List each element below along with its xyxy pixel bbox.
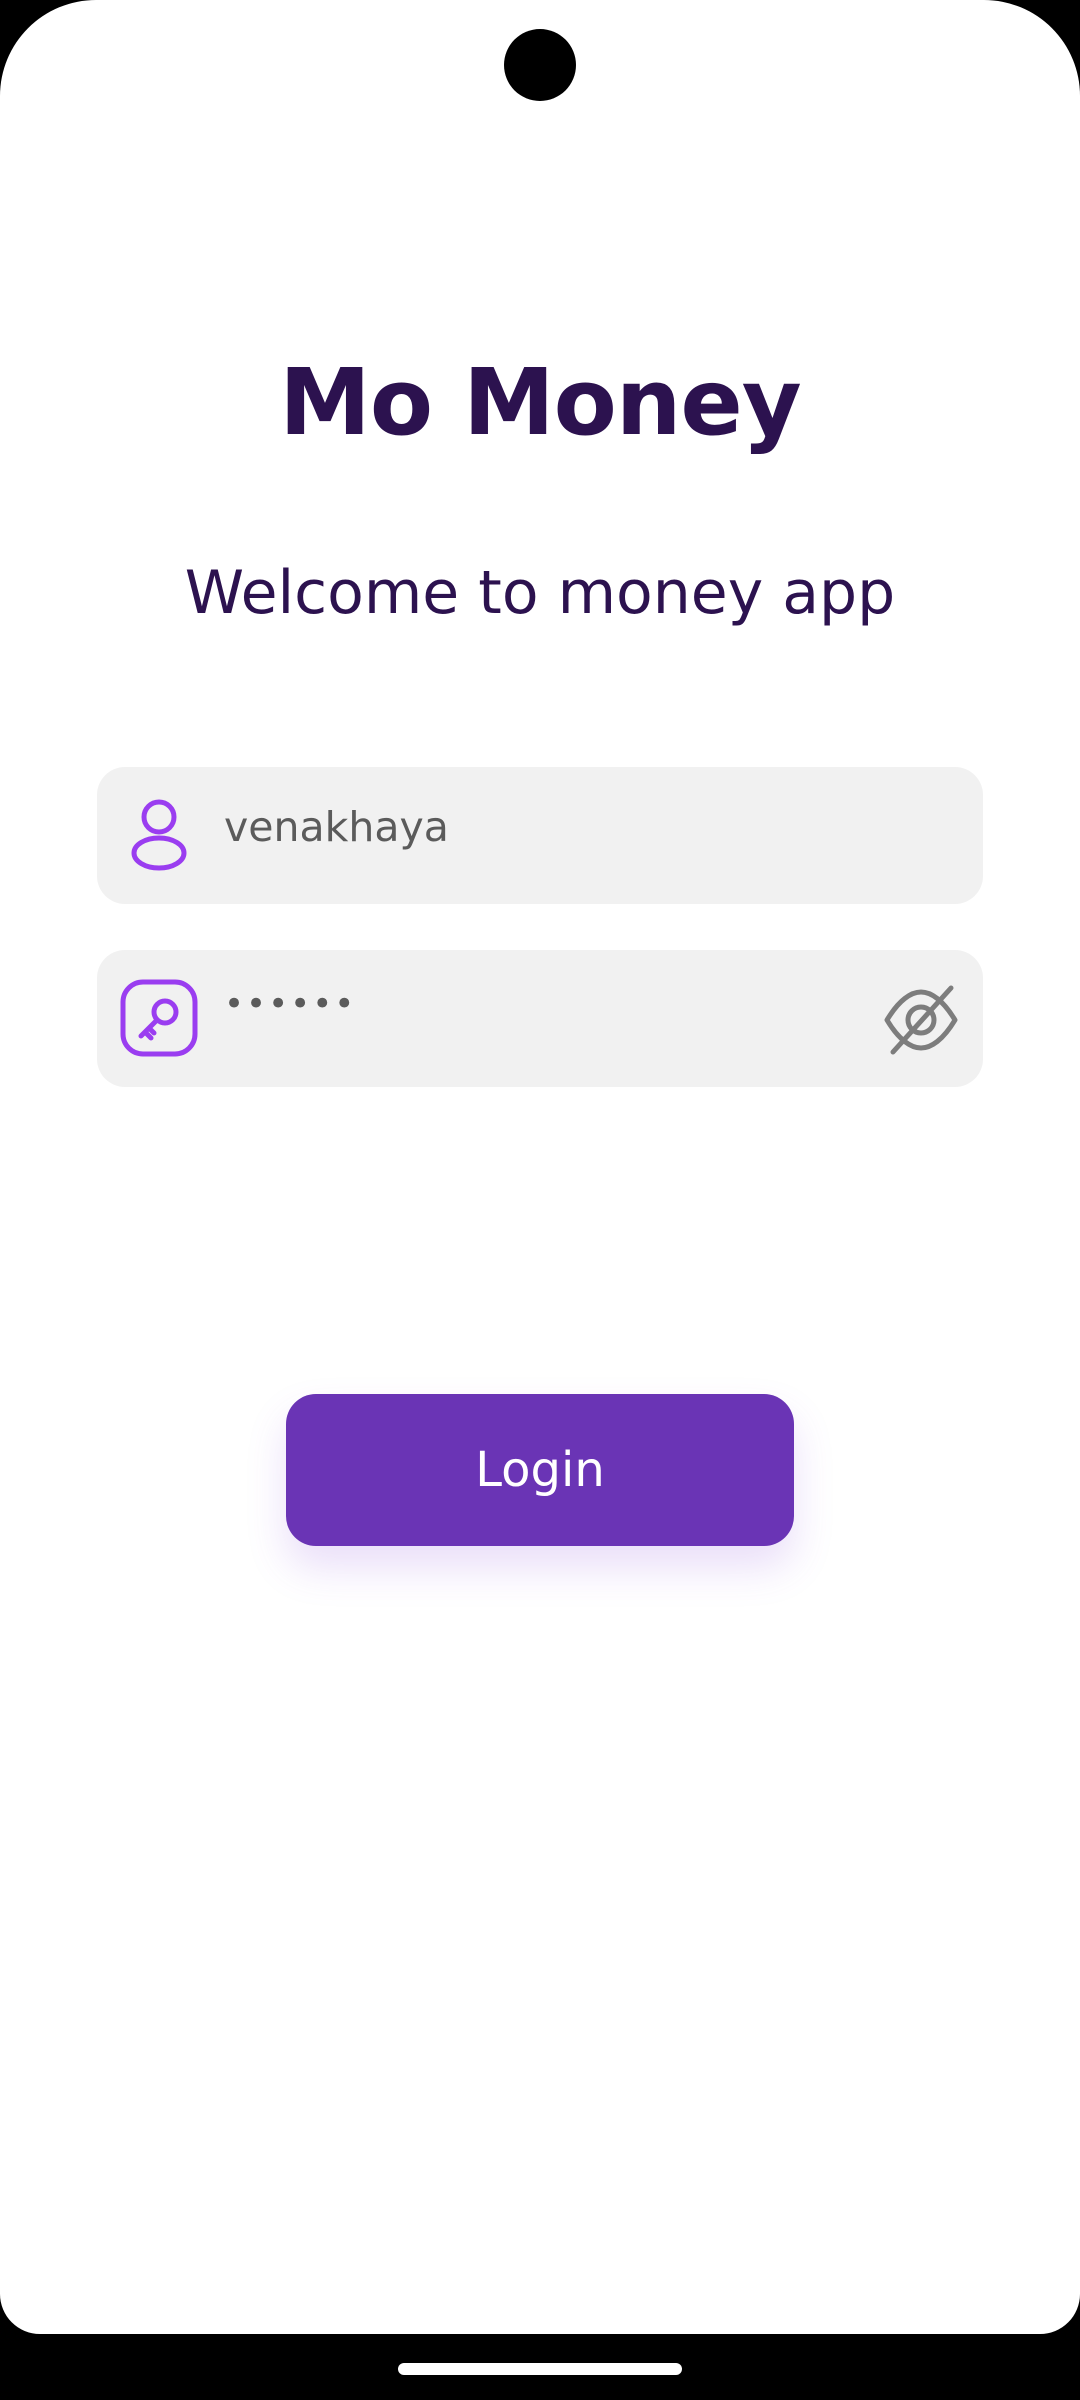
app-title: Mo Money — [279, 349, 801, 456]
password-field[interactable]: •••••• — [97, 950, 983, 1087]
login-button[interactable]: Login — [286, 1394, 794, 1546]
password-input[interactable]: •••••• — [224, 974, 356, 1034]
home-indicator[interactable] — [398, 2363, 682, 2375]
username-field[interactable]: venakhaya — [97, 767, 983, 904]
camera-cutout — [504, 29, 576, 101]
welcome-subtitle: Welcome to money app — [184, 558, 896, 628]
username-input[interactable]: venakhaya — [224, 797, 449, 857]
app-screen: Mo Money Welcome to money app venakhaya … — [0, 0, 1080, 2334]
person-icon — [131, 799, 187, 871]
key-icon — [120, 979, 198, 1057]
system-nav-bar — [0, 2334, 1080, 2400]
eye-off-icon[interactable] — [881, 984, 961, 1056]
